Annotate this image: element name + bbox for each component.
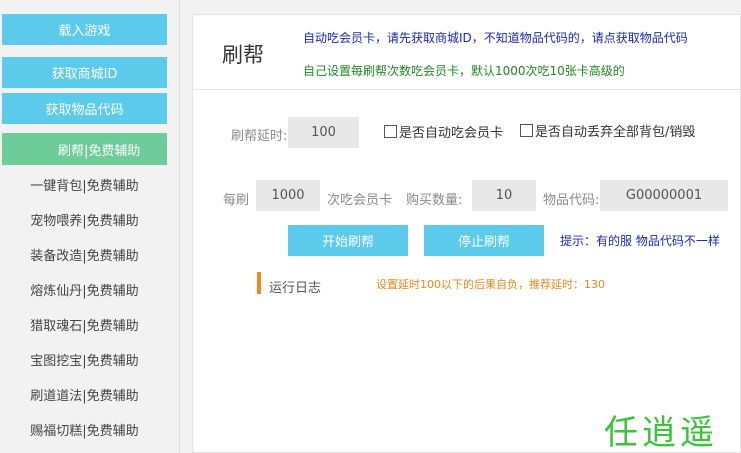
notice-default-setting: 自己设置每刷帮次数吃会员卡，默认1000次吃10张卡高级的 bbox=[303, 64, 625, 78]
auto-card-option[interactable]: 是否自动吃会员卡 bbox=[384, 122, 503, 141]
sidebar-item-elixir-smelting[interactable]: 熔炼仙丹|免费辅助 bbox=[2, 273, 167, 305]
notice-auto-card: 自动吃会员卡，请先获取商城ID，不知道物品代码的，请点获取物品代码 bbox=[303, 31, 688, 45]
sidebar-item-pet-feeding[interactable]: 宠物喂养|免费辅助 bbox=[2, 203, 167, 235]
quantity-label: 购买数量: bbox=[406, 193, 463, 208]
sidebar-item-treasure-map[interactable]: 宝图挖宝|免费辅助 bbox=[2, 343, 167, 375]
auto-card-checkbox[interactable] bbox=[384, 125, 397, 138]
log-accent-bar bbox=[257, 272, 261, 294]
quantity-input[interactable]: 10 bbox=[472, 180, 536, 211]
get-mall-id-button[interactable]: 获取商城ID bbox=[2, 57, 167, 88]
header-divider bbox=[193, 89, 741, 90]
sidebar-item-one-click-bag[interactable]: 一键背包|免费辅助 bbox=[2, 168, 167, 200]
main-area: 刷帮 自动吃会员卡，请先获取商城ID，不知道物品代码的，请点获取物品代码 自己设… bbox=[180, 0, 741, 453]
per-refresh-input[interactable]: 1000 bbox=[256, 180, 320, 211]
auto-card-label: 是否自动吃会员卡 bbox=[399, 126, 504, 141]
sidebar-item-equipment-upgrade[interactable]: 装备改造|免费辅助 bbox=[2, 238, 167, 270]
per-refresh-suffix: 次吃会员卡 bbox=[327, 193, 393, 208]
delay-label: 刷帮延时: bbox=[231, 129, 288, 144]
sidebar-item-soul-stone[interactable]: 猎取魂石|免费辅助 bbox=[2, 308, 167, 340]
sidebar-item-guild-farm[interactable]: 刷帮|免费辅助 bbox=[2, 133, 167, 165]
content-panel: 刷帮 自动吃会员卡，请先获取商城ID，不知道物品代码的，请点获取物品代码 自己设… bbox=[192, 14, 741, 453]
log-warning: 设置延时100以下的后果自负，推荐延时：130 bbox=[376, 278, 605, 291]
item-code-input[interactable]: G00000001 bbox=[600, 180, 728, 211]
delay-input[interactable]: 100 bbox=[288, 117, 359, 148]
log-title: 运行日志 bbox=[269, 281, 322, 296]
sidebar: 载入游戏 获取商城ID 获取物品代码 刷帮|免费辅助 一键背包|免费辅助 宠物喂… bbox=[0, 0, 178, 453]
stop-button[interactable]: 停止刷帮 bbox=[424, 225, 544, 256]
auto-discard-label: 是否自动丢弃全部背包/销毁 bbox=[535, 125, 696, 140]
sidebar-item-blessing-cake[interactable]: 赐福切糕|免费辅助 bbox=[2, 413, 167, 445]
load-game-button[interactable]: 载入游戏 bbox=[2, 14, 167, 45]
page-title: 刷帮 bbox=[222, 43, 264, 67]
brand-logo: 任逍遥 bbox=[604, 413, 718, 453]
sidebar-item-dao-farming[interactable]: 刷道道法|免费辅助 bbox=[2, 378, 167, 410]
get-item-code-button[interactable]: 获取物品代码 bbox=[2, 93, 167, 124]
per-refresh-label: 每刷 bbox=[223, 193, 250, 208]
item-code-label: 物品代码: bbox=[543, 193, 600, 208]
auto-discard-checkbox[interactable] bbox=[520, 124, 533, 137]
item-code-hint: 提示：有的服 物品代码不一样 bbox=[560, 234, 720, 248]
start-button[interactable]: 开始刷帮 bbox=[288, 225, 408, 256]
auto-discard-option[interactable]: 是否自动丢弃全部背包/销毁 bbox=[520, 121, 695, 140]
